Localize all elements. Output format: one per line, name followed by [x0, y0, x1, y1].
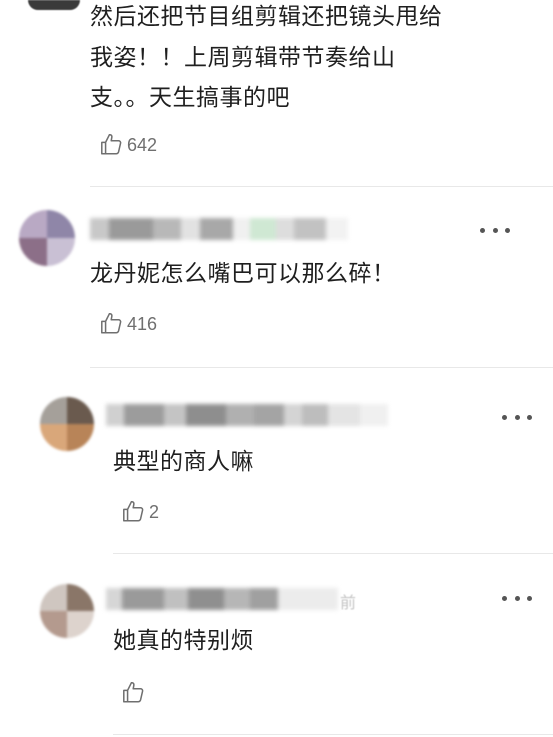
username-blurred[interactable]	[106, 404, 388, 426]
more-dots-icon[interactable]	[502, 412, 532, 422]
thumbs-up-icon	[123, 500, 144, 522]
comment-text-line: 然后还把节目组剪辑还把镜头甩给	[90, 4, 443, 30]
time-ago: 前	[340, 593, 357, 612]
like-count: 642	[127, 134, 158, 155]
like-button[interactable]: 416	[98, 310, 157, 336]
divider	[90, 367, 553, 368]
username-blurred[interactable]	[106, 588, 338, 610]
comment-text-line: 支。。天生搞事的吧	[90, 85, 290, 111]
divider	[113, 553, 553, 554]
reply-text: 典型的商人嘛	[113, 449, 254, 475]
reply-text: 她真的特别烦	[113, 628, 254, 654]
divider	[113, 734, 553, 735]
thumbs-up-icon	[123, 681, 144, 703]
like-button[interactable]	[120, 679, 149, 705]
like-button[interactable]: 2	[120, 498, 159, 524]
like-count: 2	[149, 501, 160, 522]
divider	[90, 186, 553, 187]
comment-text: 龙丹妮怎么嘴巴可以那么碎！	[90, 261, 396, 287]
avatar-top-partial[interactable]	[28, 0, 80, 10]
more-dots-icon[interactable]	[480, 225, 510, 235]
thumbs-up-icon	[101, 133, 122, 155]
thumbs-up-icon	[101, 312, 122, 334]
comment-text-line: 我姿！！上周剪辑带节奏给山	[90, 45, 396, 71]
username-blurred[interactable]	[90, 218, 348, 240]
avatar[interactable]	[40, 584, 94, 638]
avatar[interactable]	[40, 397, 94, 451]
avatar[interactable]	[19, 210, 75, 266]
like-count: 416	[127, 313, 158, 334]
like-button[interactable]: 642	[98, 131, 157, 157]
more-dots-icon[interactable]	[502, 593, 532, 603]
